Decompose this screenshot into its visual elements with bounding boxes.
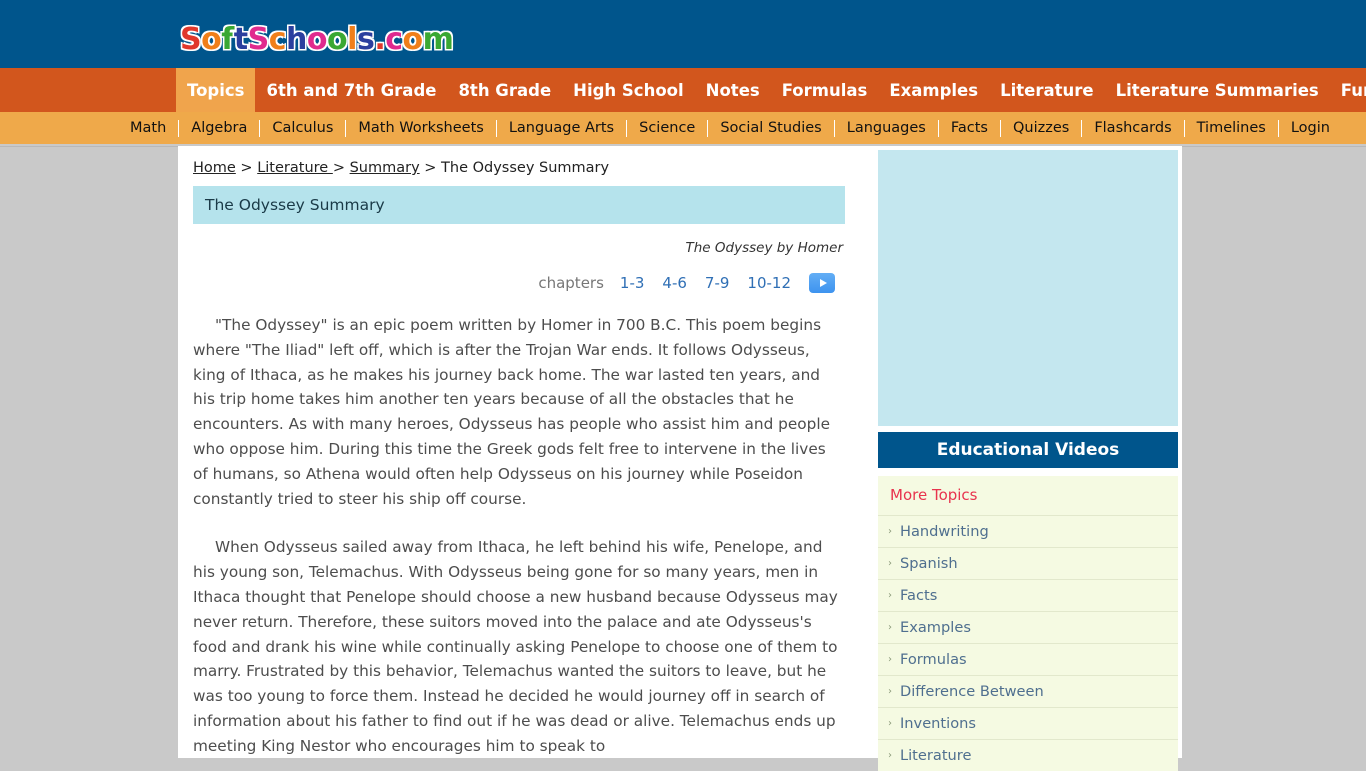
nav-item-examples[interactable]: Examples [878, 68, 989, 112]
more-topics-title: More Topics [890, 486, 978, 504]
main-content: Home > Literature > Summary > The Odysse… [178, 146, 862, 758]
subnav-item-math-worksheets[interactable]: Math Worksheets [346, 120, 495, 137]
nav-item-fun-games[interactable]: Fun Games [1330, 68, 1366, 112]
nav-item-high-school[interactable]: High School [562, 68, 695, 112]
breadcrumb-separator-3: > [419, 160, 442, 176]
chevron-right-icon: › [888, 621, 892, 633]
logo-letter: h [286, 22, 307, 57]
breadcrumb-link-literature[interactable]: Literature [257, 160, 333, 176]
logo-letter: S [247, 22, 270, 57]
logo-letter: l [347, 22, 357, 57]
nav-item-6th-and-7th-grade[interactable]: 6th and 7th Grade [255, 68, 447, 112]
topic-list-item[interactable]: › Formulas [878, 643, 1178, 675]
topic-link-formulas[interactable]: Formulas [900, 651, 967, 668]
topic-list-item[interactable]: › Literature [878, 739, 1178, 771]
breadcrumb-separator-1: > [235, 160, 258, 176]
chapters-label: chapters [538, 274, 604, 292]
topic-link-literature[interactable]: Literature [900, 747, 971, 764]
left-gutter [0, 146, 178, 758]
play-audio-button[interactable] [809, 273, 835, 293]
summary-paragraph: "The Odyssey" is an epic poem written by… [193, 316, 830, 508]
topic-list-item[interactable]: › Examples [878, 611, 1178, 643]
nav-item-literature[interactable]: Literature [989, 68, 1104, 112]
chevron-right-icon: › [888, 717, 892, 729]
chevron-right-icon: › [888, 685, 892, 697]
logo-letter: s [356, 22, 375, 57]
right-gutter [1182, 146, 1366, 758]
nav-item-literature-summaries[interactable]: Literature Summaries [1105, 68, 1330, 112]
play-icon [819, 279, 827, 287]
logo-letter: o [402, 22, 424, 57]
nav-item-notes[interactable]: Notes [695, 68, 771, 112]
secondary-navigation: Math Algebra Calculus Math Worksheets Langua… [0, 112, 1366, 146]
subnav-item-social-studies[interactable]: Social Studies [708, 120, 833, 137]
chapter-link-10-12[interactable]: 10-12 [747, 274, 791, 292]
logo-letter: . [374, 22, 386, 57]
topic-list-item[interactable]: › Spanish [878, 547, 1178, 579]
logo-letter: c [385, 22, 403, 57]
site-masthead: SoftSchools.com [0, 0, 1366, 68]
logo-letter: m [422, 22, 454, 57]
chevron-right-icon: › [888, 525, 892, 537]
logo-letter: t [233, 22, 248, 57]
right-sidebar: Educational Videos More Topics › Handwrit… [862, 146, 1182, 771]
chapter-link-7-9[interactable]: 7-9 [705, 274, 730, 292]
subnav-item-timelines[interactable]: Timelines [1185, 120, 1278, 137]
subnav-item-languages[interactable]: Languages [835, 120, 938, 137]
topic-list-item[interactable]: › Inventions [878, 707, 1178, 739]
subnav-item-algebra[interactable]: Algebra [179, 120, 259, 137]
chapter-link-1-3[interactable]: 1-3 [620, 274, 645, 292]
subnav-item-login[interactable]: Login [1279, 120, 1342, 137]
logo-letter: o [306, 22, 328, 57]
subnav-item-flashcards[interactable]: Flashcards [1082, 120, 1183, 137]
subnav-item-facts[interactable]: Facts [939, 120, 1000, 137]
topic-link-examples[interactable]: Examples [900, 619, 971, 636]
logo-letter: f [221, 22, 234, 57]
chevron-right-icon: › [888, 653, 892, 665]
page-title: The Odyssey Summary [193, 186, 845, 224]
logo-letter: o [201, 22, 222, 57]
topic-list-item[interactable]: › Handwriting [878, 515, 1178, 547]
subnav-item-quizzes[interactable]: Quizzes [1001, 120, 1081, 137]
chevron-right-icon: › [888, 557, 892, 569]
nav-item-topics[interactable]: Topics [176, 68, 256, 112]
logo-letter: S [180, 22, 202, 57]
logo-letter: c [268, 22, 287, 57]
site-logo[interactable]: SoftSchools.com [180, 22, 454, 57]
breadcrumb-link-home[interactable]: Home [193, 160, 236, 176]
chevron-right-icon: › [888, 589, 892, 601]
breadcrumb: Home > Literature > Summary > The Odysse… [193, 160, 845, 176]
subnav-item-calculus[interactable]: Calculus [260, 120, 345, 137]
educational-videos-heading: Educational Videos [878, 432, 1178, 468]
logo-letter: o [327, 22, 348, 57]
topic-link-spanish[interactable]: Spanish [900, 555, 958, 572]
book-byline: The Odyssey by Homer [685, 240, 843, 256]
summary-body: "The Odyssey" is an epic poem written by… [193, 313, 845, 759]
nav-item-8th-grade[interactable]: 8th Grade [447, 68, 562, 112]
topic-link-handwriting[interactable]: Handwriting [900, 523, 989, 540]
topic-link-facts[interactable]: Facts [900, 587, 937, 604]
breadcrumb-current: The Odyssey Summary [441, 160, 610, 176]
subnav-item-math[interactable]: Math [118, 120, 178, 137]
breadcrumb-link-summary[interactable]: Summary [350, 160, 420, 176]
chevron-right-icon: › [888, 749, 892, 761]
more-topics-panel: More Topics › Handwriting › Spanish › Facts › E… [878, 476, 1178, 771]
topic-list-item[interactable]: › Facts [878, 579, 1178, 611]
subnav-item-language-arts[interactable]: Language Arts [497, 120, 626, 137]
primary-navigation: Topics 6th and 7th Grade 8th Grade High Sch… [0, 68, 1366, 112]
breadcrumb-separator-2: > [332, 160, 350, 176]
nav-item-formulas[interactable]: Formulas [771, 68, 879, 112]
chapter-link-4-6[interactable]: 4-6 [662, 274, 687, 292]
topic-link-difference-between[interactable]: Difference Between [900, 683, 1044, 700]
subnav-item-science[interactable]: Science [627, 120, 707, 137]
summary-paragraph: When Odysseus sailed away from Ithaca, h… [193, 538, 838, 755]
advertisement-slot [878, 150, 1178, 426]
chapter-navigation: chapters 1-3 4-6 7-9 10-12 [193, 273, 845, 293]
page-body: Home > Literature > Summary > The Odysse… [0, 146, 1366, 771]
topic-list-item[interactable]: › Difference Between [878, 675, 1178, 707]
topic-link-inventions[interactable]: Inventions [900, 715, 976, 732]
